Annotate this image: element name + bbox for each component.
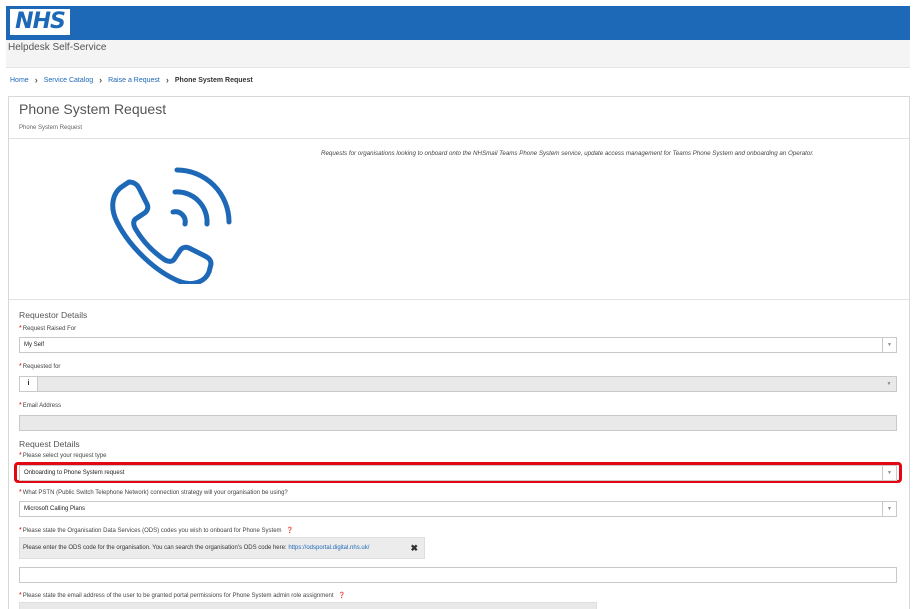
required-marker: * [19, 527, 22, 534]
breadcrumb-current: Phone System Request [174, 76, 253, 84]
dropdown-arrow-icon[interactable]: ▼ [882, 377, 896, 391]
requestor-details-heading: Requestor Details [19, 310, 88, 320]
chevron-right-icon: › [165, 75, 169, 85]
help-icon[interactable]: ❓ [338, 593, 345, 599]
breadcrumb-raise-request[interactable]: Raise a Request [108, 77, 160, 84]
ods-portal-link[interactable]: https://odsportal.digital.nhs.uk/ [288, 545, 369, 551]
request-type-select[interactable]: Onboarding to Phone System request ▼ [19, 465, 897, 481]
request-details-heading: Request Details [19, 439, 80, 449]
service-description: Requests for organisations looking to on… [321, 150, 814, 157]
dropdown-arrow-icon[interactable]: ▼ [882, 466, 896, 480]
ods-help-text: Please enter the ODS code for the organi… [23, 545, 289, 551]
raised-for-value: My Self [24, 342, 45, 348]
page-subtitle: Phone System Request [19, 125, 83, 131]
breadcrumb: Home › Service Catalog › Raise a Request… [10, 74, 253, 86]
portal-permissions-email-label: *Please state the email address of the u… [19, 592, 346, 599]
required-marker: * [19, 363, 22, 370]
required-marker: * [19, 402, 22, 409]
page-title: Phone System Request [19, 101, 167, 117]
close-icon[interactable]: ✖ [410, 538, 418, 558]
chevron-right-icon: › [34, 75, 38, 85]
pstn-strategy-value: Microsoft Calling Plans [24, 506, 86, 512]
dropdown-arrow-icon[interactable]: ▼ [882, 502, 896, 516]
ods-help-notice: Please enter the ODS code for the organi… [19, 537, 425, 559]
phone-ringing-icon [110, 167, 232, 284]
top-header-bar: NHS [6, 6, 910, 40]
pstn-strategy-label: *What PSTN (Public Switch Telephone Netw… [19, 489, 288, 496]
pstn-strategy-select[interactable]: Microsoft Calling Plans ▼ [19, 501, 897, 517]
ods-codes-input[interactable] [19, 567, 897, 583]
portal-permissions-email-field[interactable] [19, 602, 597, 609]
required-marker: * [19, 592, 22, 599]
required-marker: * [19, 452, 22, 459]
required-marker: * [19, 489, 22, 496]
app-title-bar: Helpdesk Self-Service [6, 40, 910, 68]
breadcrumb-home[interactable]: Home [10, 77, 29, 84]
help-icon[interactable]: ❓ [286, 528, 293, 534]
email-address-field[interactable] [19, 415, 897, 431]
chevron-right-icon: › [99, 75, 103, 85]
request-type-value: Onboarding to Phone System request [24, 470, 125, 476]
request-panel: Phone System Request Phone System Reques… [8, 96, 910, 609]
raised-for-select[interactable]: My Self ▼ [19, 337, 897, 353]
email-address-label: *Email Address [19, 402, 62, 409]
info-icon: i [20, 377, 38, 391]
panel-header: Phone System Request Phone System Reques… [9, 97, 909, 139]
nhs-logo[interactable]: NHS [10, 9, 70, 35]
ods-codes-label: *Please state the Organisation Data Serv… [19, 527, 294, 534]
requested-for-label: *Requested for [19, 363, 61, 370]
hero-section: Requests for organisations looking to on… [9, 140, 909, 300]
app-title: Helpdesk Self-Service [8, 42, 107, 53]
breadcrumb-service-catalog[interactable]: Service Catalog [44, 77, 93, 84]
request-type-label: *Please select your request type [19, 452, 107, 459]
raised-for-label: *Request Raised For [19, 325, 77, 332]
required-marker: * [19, 325, 22, 332]
dropdown-arrow-icon[interactable]: ▼ [882, 338, 896, 352]
requested-for-select[interactable]: i ▼ [19, 376, 897, 392]
